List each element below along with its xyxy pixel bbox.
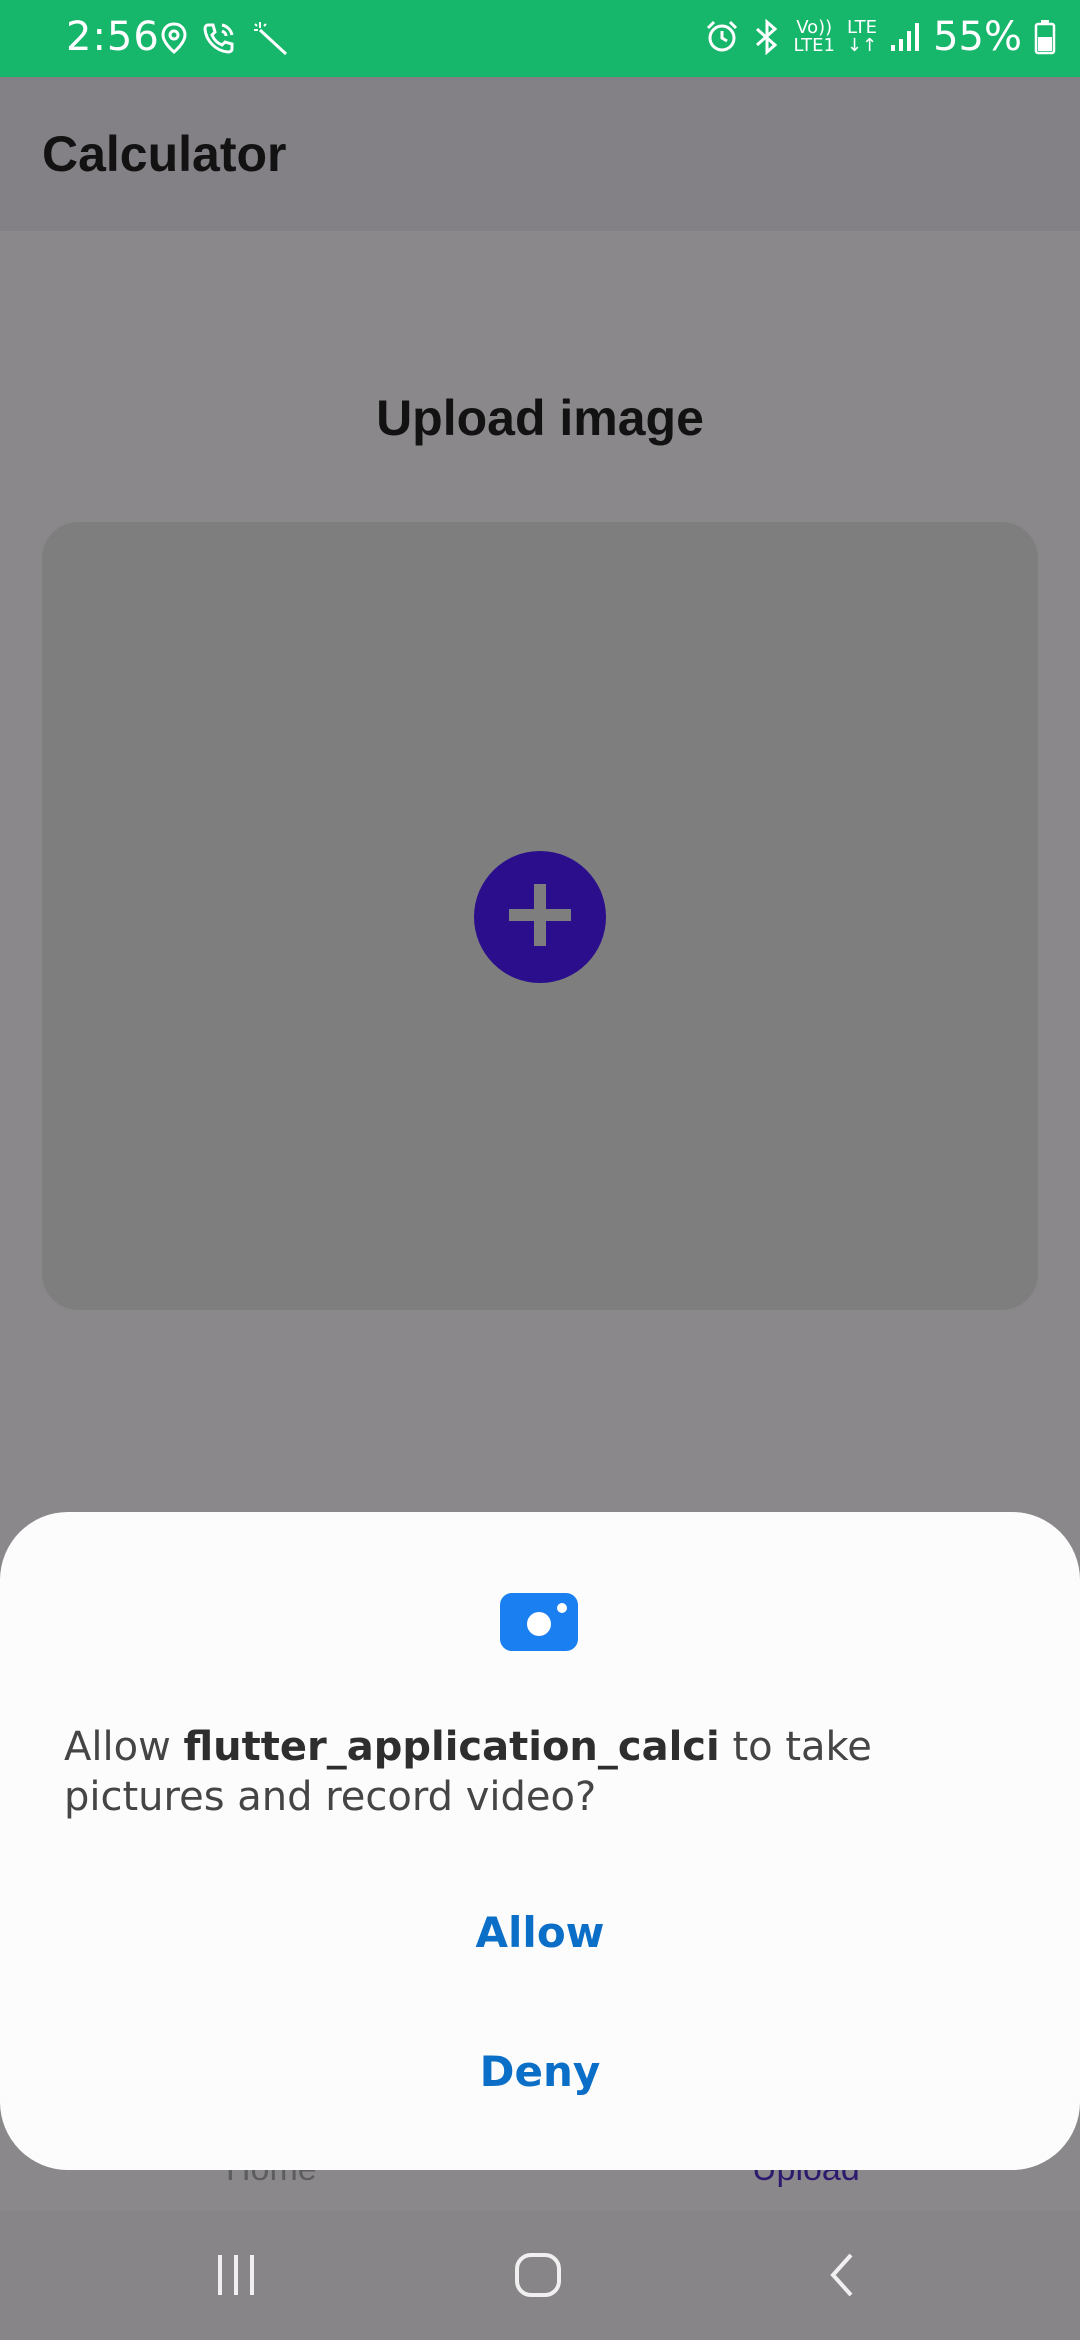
wifi-calling-icon [202,20,238,56]
add-image-button[interactable] [474,851,606,983]
recent-apps-icon [212,2253,260,2302]
network-lte: LTE ↓↑ [846,17,878,56]
plus-icon [505,880,575,955]
status-time: 2:56 [66,14,160,60]
battery-icon [1034,19,1056,55]
dialog-app-name: flutter_application_calci [183,1724,720,1770]
app-title: Calculator [42,126,287,182]
bluetooth-icon [752,19,782,55]
upload-title: Upload image [376,390,704,446]
camera-icon [500,1593,578,1651]
system-navigation-bar [0,2211,1080,2340]
battery-percent: 55% [933,14,1022,60]
status-left-icons [160,20,290,56]
deny-button[interactable]: Deny [0,2047,1080,2096]
allow-button[interactable]: Allow [0,1908,1080,1957]
status-bar: 2:56 Vo)) LTE1 LTE ↓↑ 55% [0,0,1080,77]
recent-apps-button[interactable] [206,2253,266,2301]
alarm-icon [704,19,740,55]
dialog-message: Allow flutter_application_calci to take … [64,1724,872,1820]
app-bar: Calculator [0,77,1080,231]
back-button[interactable] [812,2253,872,2301]
permission-dialog: Allow flutter_application_calci to take … [0,1512,1080,2170]
location-icon [160,20,188,56]
home-button[interactable] [508,2251,568,2304]
network-volte: Vo)) LTE1 [793,17,835,56]
signal-icon [889,21,921,53]
home-icon [513,2251,563,2304]
magic-wand-icon [252,20,290,56]
status-right-icons: Vo)) LTE1 LTE ↓↑ 55% [704,14,1056,60]
back-icon [825,2251,859,2304]
